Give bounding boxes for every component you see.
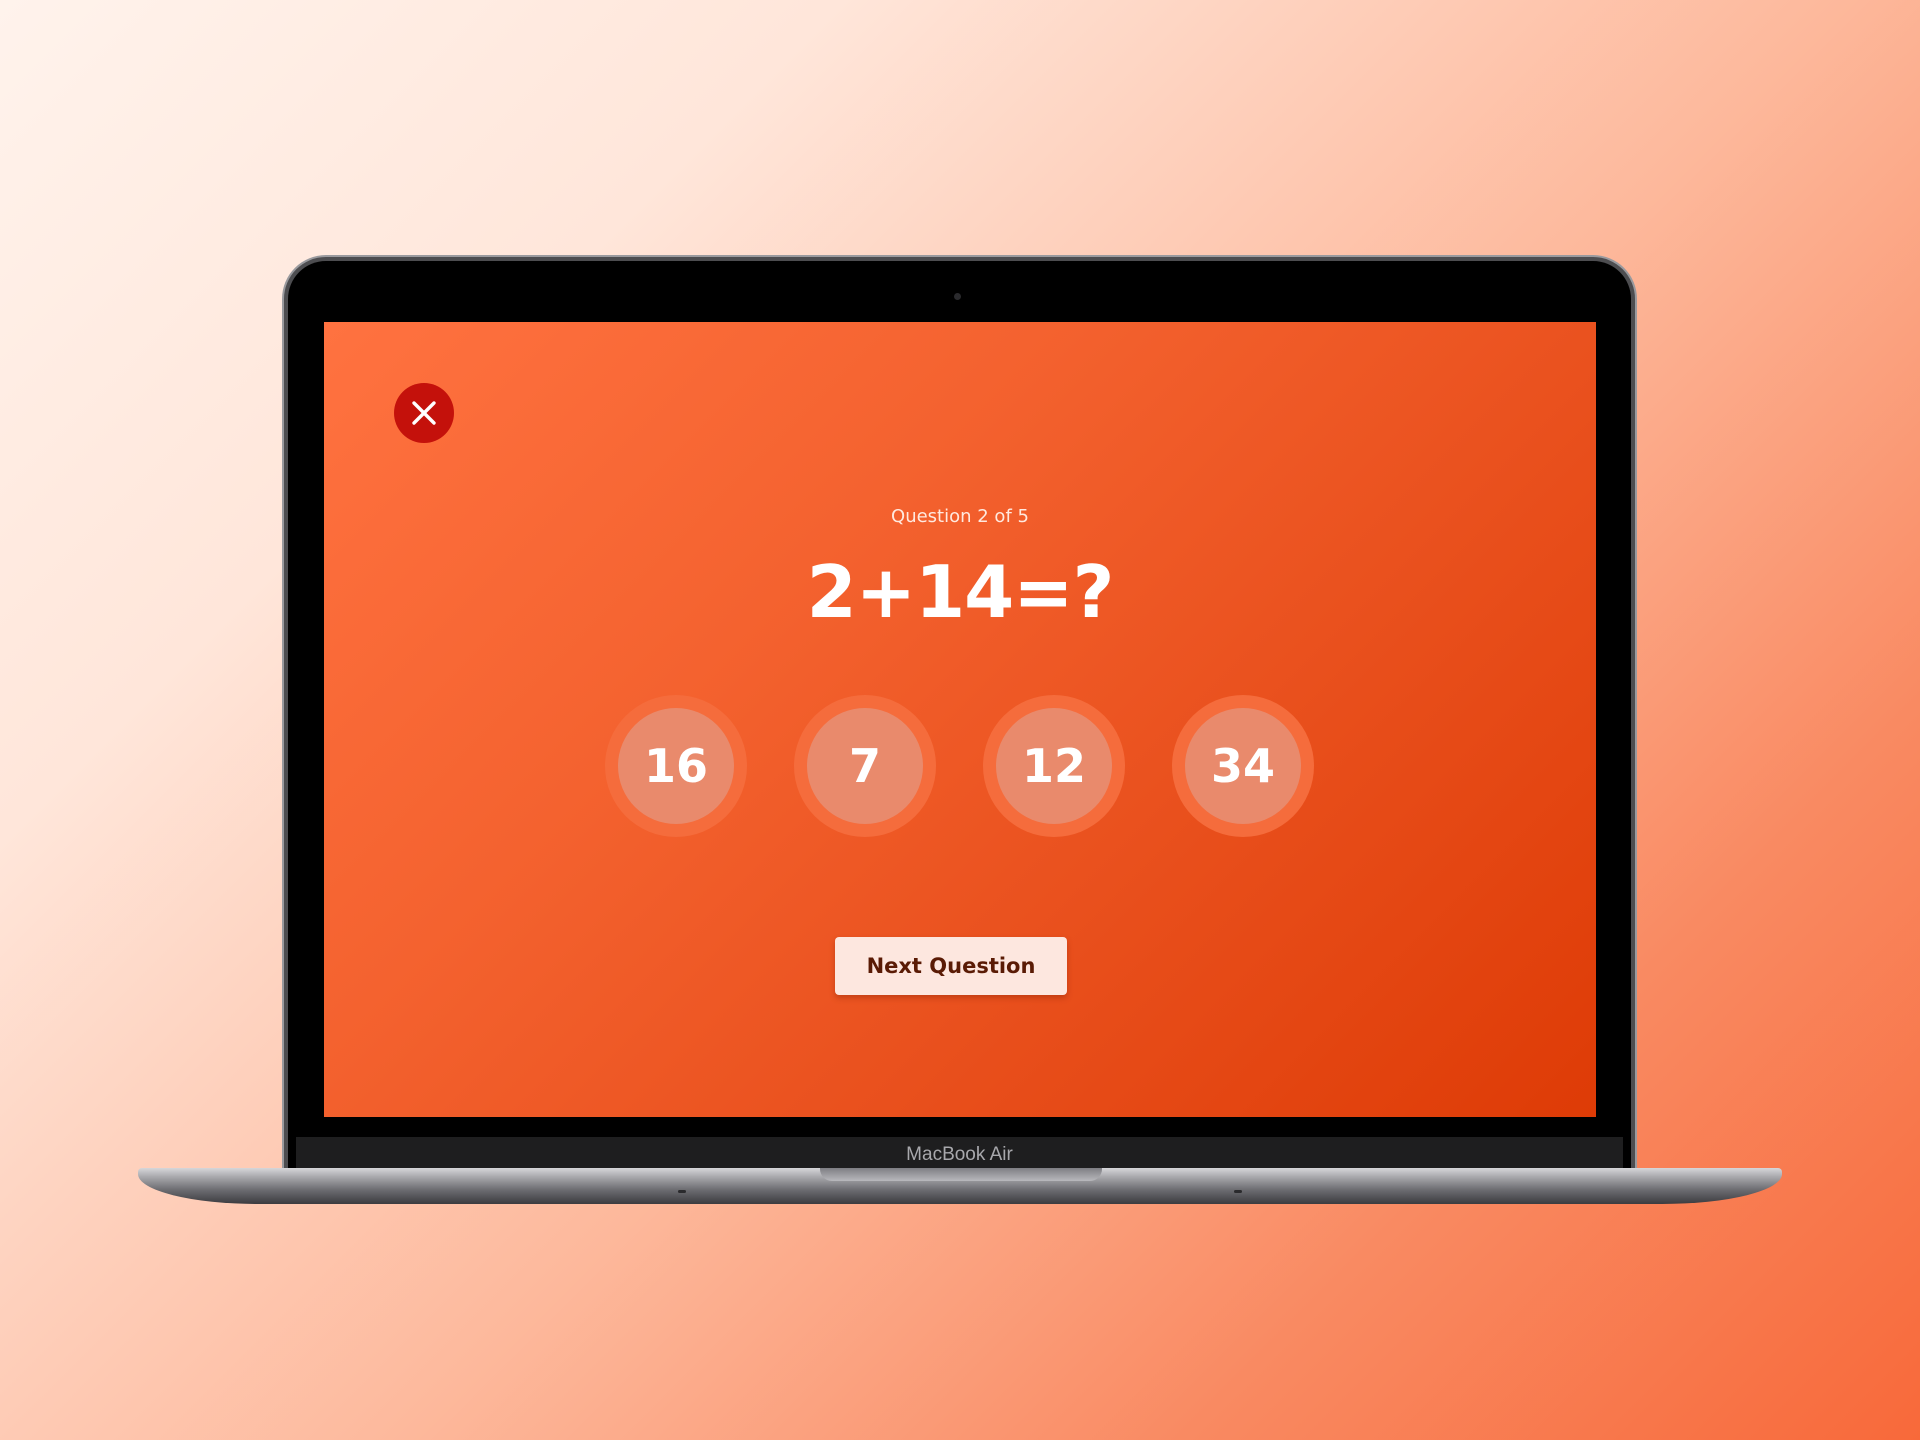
background: Question 2 of 5 2+14=? 16 7 12 34 Next Q… (0, 0, 1920, 1440)
quiz-screen: Question 2 of 5 2+14=? 16 7 12 34 Next Q… (324, 322, 1596, 1117)
base-foot (1234, 1190, 1242, 1193)
question-progress: Question 2 of 5 (891, 506, 1029, 527)
answer-label: 16 (618, 708, 734, 824)
laptop-lid: Question 2 of 5 2+14=? 16 7 12 34 Next Q… (288, 261, 1631, 1174)
next-question-button[interactable]: Next Question (835, 937, 1067, 995)
answer-options: 16 7 12 34 (605, 695, 1315, 839)
answer-label: 7 (807, 708, 923, 824)
answer-label: 12 (996, 708, 1112, 824)
answer-option-1[interactable]: 16 (605, 695, 747, 837)
close-button[interactable] (394, 383, 454, 443)
question-equation: 2+14=? (806, 550, 1115, 634)
laptop-base (138, 1168, 1782, 1204)
camera-icon (954, 293, 961, 300)
answer-label: 34 (1185, 708, 1301, 824)
answer-option-2[interactable]: 7 (794, 695, 936, 837)
close-icon (412, 401, 436, 425)
base-foot (678, 1190, 686, 1193)
base-notch (820, 1168, 1102, 1181)
answer-option-3[interactable]: 12 (983, 695, 1125, 837)
answer-option-4[interactable]: 34 (1172, 695, 1314, 837)
